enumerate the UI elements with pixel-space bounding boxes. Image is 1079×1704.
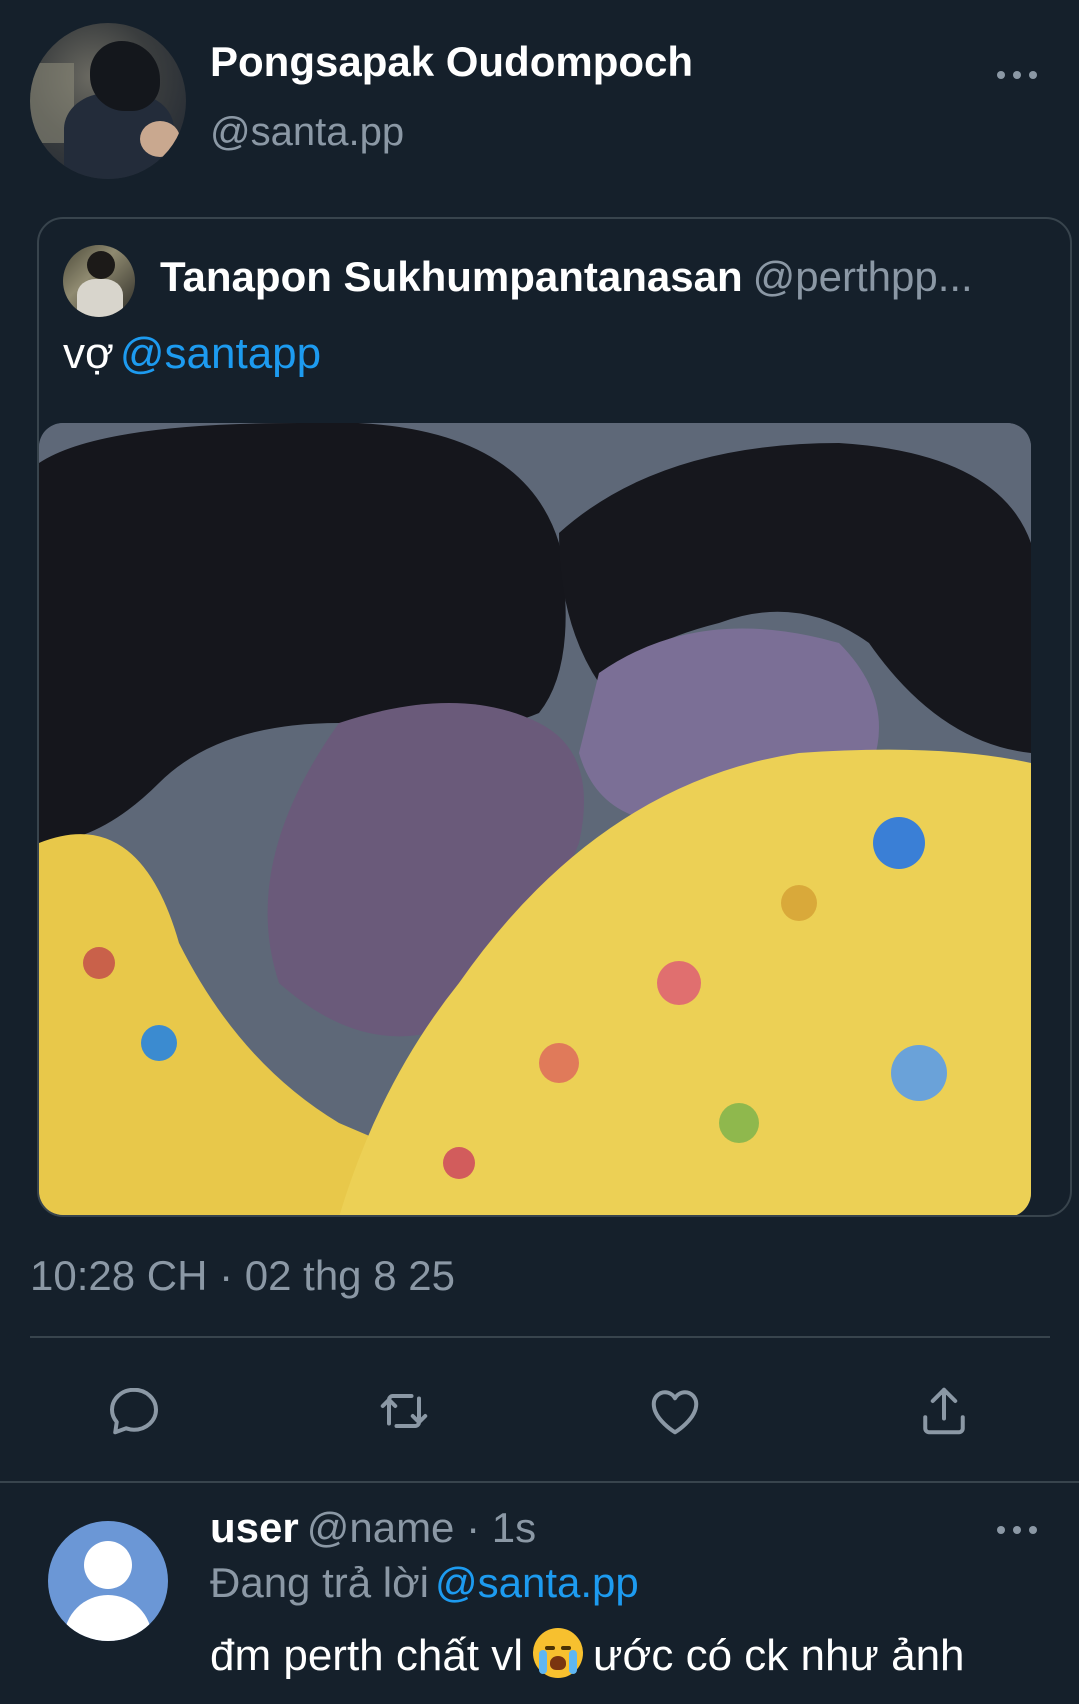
quoted-mention-link[interactable]: @santapp — [120, 329, 321, 378]
reply-icon — [110, 1387, 158, 1435]
quoted-tweet-body: vợ — [63, 329, 114, 378]
reply-text: đm perth chất vl ước có ck như ảnh — [210, 1628, 965, 1681]
loudly-crying-face-icon — [533, 1628, 584, 1678]
author-handle[interactable]: @santa.pp — [210, 110, 404, 155]
heart-icon — [651, 1390, 699, 1435]
quoted-tweet-card[interactable]: Tanapon Sukhumpantanasan @perthpp... vợ @s… — [37, 217, 1072, 1217]
reply-more-options-icon[interactable] — [997, 1524, 1037, 1536]
replying-to-label: Đang trả lời — [210, 1559, 429, 1606]
replying-to-line: Đang trả lời @santa.pp — [210, 1559, 639, 1607]
reply-button[interactable] — [102, 1379, 166, 1443]
more-options-icon[interactable] — [997, 69, 1037, 81]
like-button[interactable] — [643, 1379, 707, 1443]
reply-user-avatar[interactable] — [48, 1521, 168, 1641]
quoted-tweet-text: vợ @santapp — [63, 329, 321, 379]
tweet-timestamp: 10:28 CH · 02 thg 8 25 — [30, 1252, 455, 1299]
reply-text-part-2: ước có ck như ảnh — [593, 1631, 965, 1680]
reply-user-name[interactable]: user — [210, 1504, 299, 1551]
retweet-button[interactable] — [372, 1379, 436, 1443]
reply-text-part-1: đm perth chất vl — [210, 1631, 524, 1680]
tweet-detail-screen: Pongsapak Oudompoch @santa.pp Tanapon Su… — [0, 0, 1079, 1704]
author-name[interactable]: Pongsapak Oudompoch — [210, 38, 693, 86]
quoted-author-line: Tanapon Sukhumpantanasan @perthpp... — [160, 253, 1040, 301]
quoted-author-name: Tanapon Sukhumpantanasan — [160, 253, 743, 300]
reply-user-handle-time: @name · 1s — [306, 1504, 537, 1551]
divider — [0, 1481, 1079, 1483]
quoted-author-handle: @perthpp... — [752, 253, 973, 300]
quoted-tweet-photo[interactable] — [39, 423, 1031, 1215]
share-icon — [923, 1387, 965, 1435]
share-button[interactable] — [912, 1379, 976, 1443]
replying-to-mention[interactable]: @santa.pp — [435, 1559, 639, 1606]
author-avatar[interactable] — [30, 23, 186, 179]
quoted-author-avatar — [63, 245, 135, 317]
reply-user-line: user @name · 1s — [210, 1504, 536, 1552]
divider — [30, 1336, 1050, 1338]
retweet-icon — [380, 1394, 428, 1428]
